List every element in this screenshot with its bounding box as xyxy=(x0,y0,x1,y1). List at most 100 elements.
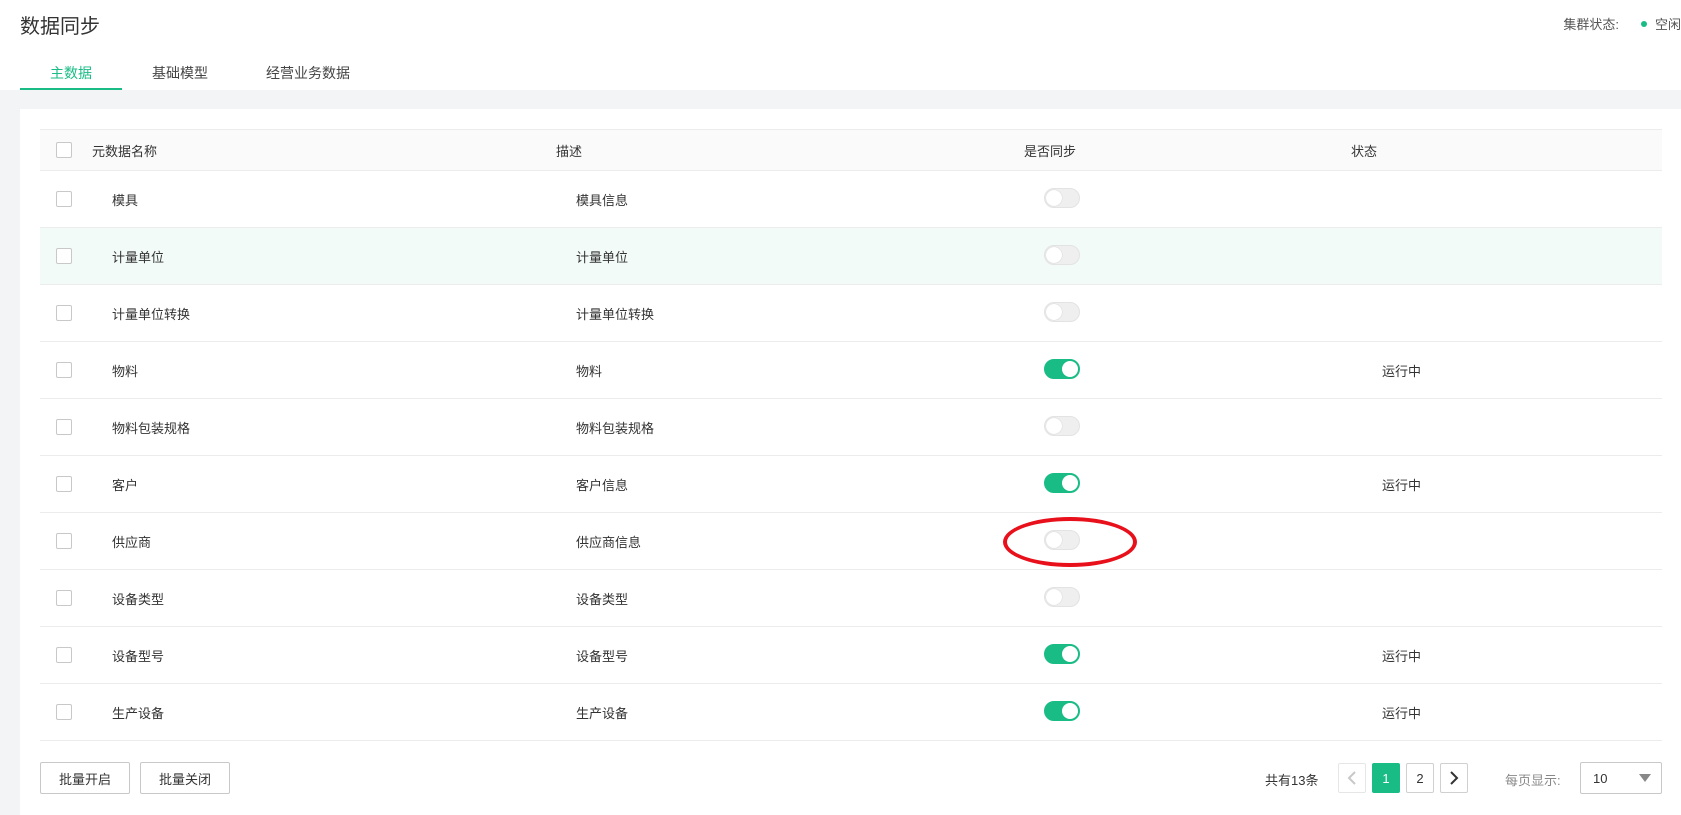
table-row: 设备类型 设备类型 xyxy=(40,570,1662,627)
row-desc: 物料 xyxy=(576,363,603,379)
column-header-name: 元数据名称 xyxy=(92,143,158,159)
cluster-status-label: 集群状态: xyxy=(1563,17,1619,32)
row-check-cell xyxy=(40,704,112,720)
total-count: 共有13条 xyxy=(1265,773,1319,788)
row-sync-cell xyxy=(1041,301,1371,325)
row-checkbox[interactable] xyxy=(56,590,72,606)
tab-business-data[interactable]: 经营业务数据 xyxy=(238,60,378,90)
table-row: 计量单位 计量单位 xyxy=(40,228,1662,285)
row-checkbox[interactable] xyxy=(56,533,72,549)
row-sync-cell xyxy=(1041,700,1371,724)
header-check-cell xyxy=(40,142,92,158)
row-sync-cell xyxy=(1041,586,1371,610)
per-page-value: 10 xyxy=(1593,770,1608,786)
row-checkbox[interactable] xyxy=(56,248,72,264)
table-row: 物料包装规格 物料包装规格 xyxy=(40,399,1662,456)
row-status: 运行中 xyxy=(1382,363,1422,379)
row-desc: 设备类型 xyxy=(576,591,629,607)
table-row: 设备型号 设备型号 运行中 xyxy=(40,627,1662,684)
row-check-cell xyxy=(40,419,112,435)
row-desc: 计量单位转换 xyxy=(576,306,655,322)
table-footer: 批量开启 批量关闭 共有13条 1 2 每页显示: 10 xyxy=(40,761,1662,795)
status-dot-icon xyxy=(1640,20,1647,27)
table-row: 生产设备 生产设备 运行中 xyxy=(40,684,1662,741)
batch-close-button[interactable]: 批量关闭 xyxy=(140,762,230,794)
row-check-cell xyxy=(40,191,112,207)
chevron-left-icon xyxy=(1347,771,1356,785)
table-row: 模具 模具信息 xyxy=(40,171,1662,228)
batch-open-button[interactable]: 批量开启 xyxy=(40,762,130,794)
row-status: 运行中 xyxy=(1382,648,1422,664)
toggle-knob xyxy=(1046,531,1062,548)
row-sync-cell xyxy=(1041,529,1371,553)
cluster-status-value: 空闲 xyxy=(1654,17,1681,32)
sync-toggle[interactable] xyxy=(1044,187,1080,208)
row-sync-cell xyxy=(1041,244,1371,268)
row-checkbox[interactable] xyxy=(56,704,72,720)
toggle-knob xyxy=(1046,417,1062,434)
row-check-cell xyxy=(40,590,112,606)
toggle-knob xyxy=(1062,702,1078,719)
cluster-status: 集群状态: 空闲 xyxy=(1563,14,1681,33)
page-button-1[interactable]: 1 xyxy=(1372,763,1400,793)
row-name: 客户 xyxy=(112,477,139,493)
next-page-button[interactable] xyxy=(1440,763,1468,793)
row-desc: 生产设备 xyxy=(576,705,629,721)
row-desc: 设备型号 xyxy=(576,648,629,664)
table-header: 元数据名称 描述 是否同步 状态 xyxy=(40,129,1662,171)
row-check-cell xyxy=(40,305,112,321)
row-check-cell xyxy=(40,248,112,264)
row-desc: 供应商信息 xyxy=(576,534,642,550)
row-sync-cell xyxy=(1041,415,1371,439)
row-sync-cell xyxy=(1041,358,1371,382)
table-body: 模具 模具信息 计量单位 计量单位 计量单位转换 计量单位转换 物料 物料 运行中 物料包装规格物… xyxy=(40,171,1662,741)
prev-page-button[interactable] xyxy=(1338,763,1366,793)
toggle-knob xyxy=(1046,189,1062,206)
sync-toggle[interactable] xyxy=(1044,358,1080,379)
row-checkbox[interactable] xyxy=(56,362,72,378)
select-all-checkbox[interactable] xyxy=(56,142,72,158)
row-check-cell xyxy=(40,362,112,378)
sync-toggle[interactable] xyxy=(1044,586,1080,607)
row-desc: 模具信息 xyxy=(576,192,629,208)
main-area: 元数据名称 描述 是否同步 状态 模具 模具信息 计量单位 计量单位 计量单位转换 计量单… xyxy=(0,90,1681,815)
caret-down-icon xyxy=(1639,774,1651,782)
row-checkbox[interactable] xyxy=(56,419,72,435)
sync-toggle[interactable] xyxy=(1044,472,1080,493)
page-button-2[interactable]: 2 xyxy=(1406,763,1434,793)
per-page-select[interactable]: 10 xyxy=(1580,762,1662,794)
row-sync-cell xyxy=(1041,472,1371,496)
toggle-knob xyxy=(1046,303,1062,320)
table-row: 客户 客户信息 运行中 xyxy=(40,456,1662,513)
row-sync-cell xyxy=(1041,187,1371,211)
header: 数据同步 集群状态: 空闲 主数据 基础模型 经营业务数据 xyxy=(0,0,1681,90)
tab-master-data[interactable]: 主数据 xyxy=(20,60,122,90)
table-row: 物料 物料 运行中 xyxy=(40,342,1662,399)
row-name: 生产设备 xyxy=(112,705,165,721)
sync-toggle[interactable] xyxy=(1044,415,1080,436)
sync-toggle[interactable] xyxy=(1044,301,1080,322)
sync-toggle[interactable] xyxy=(1044,643,1080,664)
tab-base-model[interactable]: 基础模型 xyxy=(122,60,238,90)
data-table: 元数据名称 描述 是否同步 状态 模具 模具信息 计量单位 计量单位 计量单位转换 计量单… xyxy=(40,129,1662,741)
column-header-status: 状态 xyxy=(1351,143,1378,159)
row-name: 计量单位转换 xyxy=(112,306,191,322)
sync-toggle[interactable] xyxy=(1044,529,1080,550)
toggle-knob xyxy=(1062,645,1078,662)
per-page-label: 每页显示: xyxy=(1505,773,1561,788)
row-checkbox[interactable] xyxy=(56,305,72,321)
row-check-cell xyxy=(40,533,112,549)
table-row: 供应商 供应商信息 xyxy=(40,513,1662,570)
sync-toggle[interactable] xyxy=(1044,700,1080,721)
row-checkbox[interactable] xyxy=(56,476,72,492)
row-check-cell xyxy=(40,647,112,663)
row-desc: 计量单位 xyxy=(576,249,629,265)
row-name: 设备型号 xyxy=(112,648,165,664)
row-checkbox[interactable] xyxy=(56,191,72,207)
row-sync-cell xyxy=(1041,643,1371,667)
chevron-right-icon xyxy=(1450,771,1459,785)
row-checkbox[interactable] xyxy=(56,647,72,663)
column-header-desc: 描述 xyxy=(556,143,583,159)
sync-toggle[interactable] xyxy=(1044,244,1080,265)
row-name: 物料 xyxy=(112,363,139,379)
